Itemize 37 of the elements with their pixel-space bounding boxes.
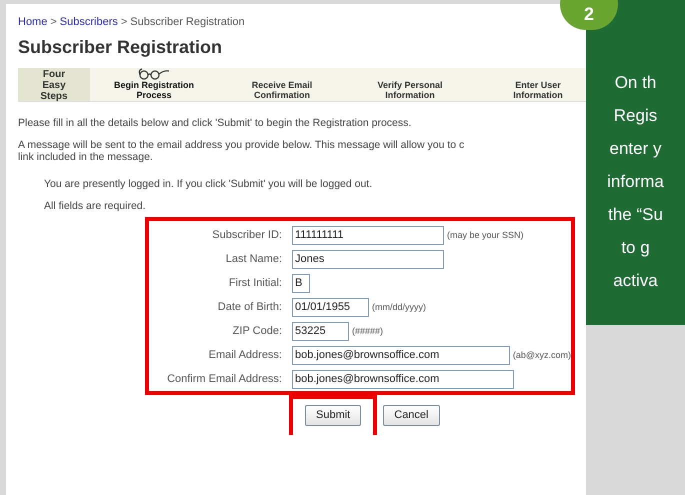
step-label: Enter User Information [512, 80, 564, 100]
breadcrumb-separator: > [120, 15, 128, 30]
field-hint: (ab@xyz.com) [512, 348, 571, 362]
field-label: Last Name: [224, 252, 283, 267]
text-field[interactable]: 01/01/1955 [292, 298, 369, 317]
callout-text: On th Regis enter y informa the “Su to g activa [606, 72, 665, 292]
required-note: All fields are required. [44, 199, 147, 214]
text-field[interactable]: bob.jones@brownsoffice.com [292, 346, 510, 365]
breadcrumb-current: Subscriber Registration [130, 15, 245, 30]
form-button[interactable]: Cancel [383, 404, 440, 426]
intro-text: Please fill in all the details below and click 'Submit' to begin the Registration process. [18, 116, 412, 130]
field-label: Confirm Email Address: [166, 372, 283, 387]
field-label: Date of Birth: [216, 300, 283, 315]
step-label: Begin Registration Process [112, 80, 195, 100]
breadcrumb-link[interactable]: Home [18, 14, 48, 30]
field-hint: (#####) [352, 324, 384, 338]
text-field[interactable]: B [292, 274, 310, 293]
step-label: Verify Personal Information [376, 80, 444, 100]
field-label: Email Address: [208, 348, 283, 363]
field-label: Subscriber ID: [211, 228, 283, 243]
message-text: A message will be sent to the email address you provide below. This message will allow you to c link included in the message. [18, 139, 466, 164]
breadcrumb-link[interactable]: Subscribers [60, 14, 118, 30]
text-field[interactable]: Jones [292, 250, 444, 269]
steps-header: Four Easy Steps [39, 68, 69, 100]
text-field[interactable]: bob.jones@brownsoffice.com [292, 370, 514, 389]
glasses-icon [137, 68, 171, 80]
breadcrumb-separator: > [50, 15, 57, 30]
field-label: ZIP Code: [232, 324, 283, 339]
form-button[interactable]: Submit [305, 404, 362, 426]
page-title: Subscriber Registration [18, 36, 224, 58]
logged-in-note: You are presently logged in. If you click 'Submit' you will be logged out. [44, 177, 374, 192]
step-label: Receive Email Confirmation [250, 80, 314, 100]
text-field[interactable]: 111111111 [292, 226, 444, 245]
text-field[interactable]: 53225 [292, 322, 349, 341]
field-hint: (mm/dd/yyyy) [372, 300, 426, 314]
field-hint: (may be your SSN) [447, 228, 524, 242]
field-label: First Initial: [228, 276, 283, 291]
